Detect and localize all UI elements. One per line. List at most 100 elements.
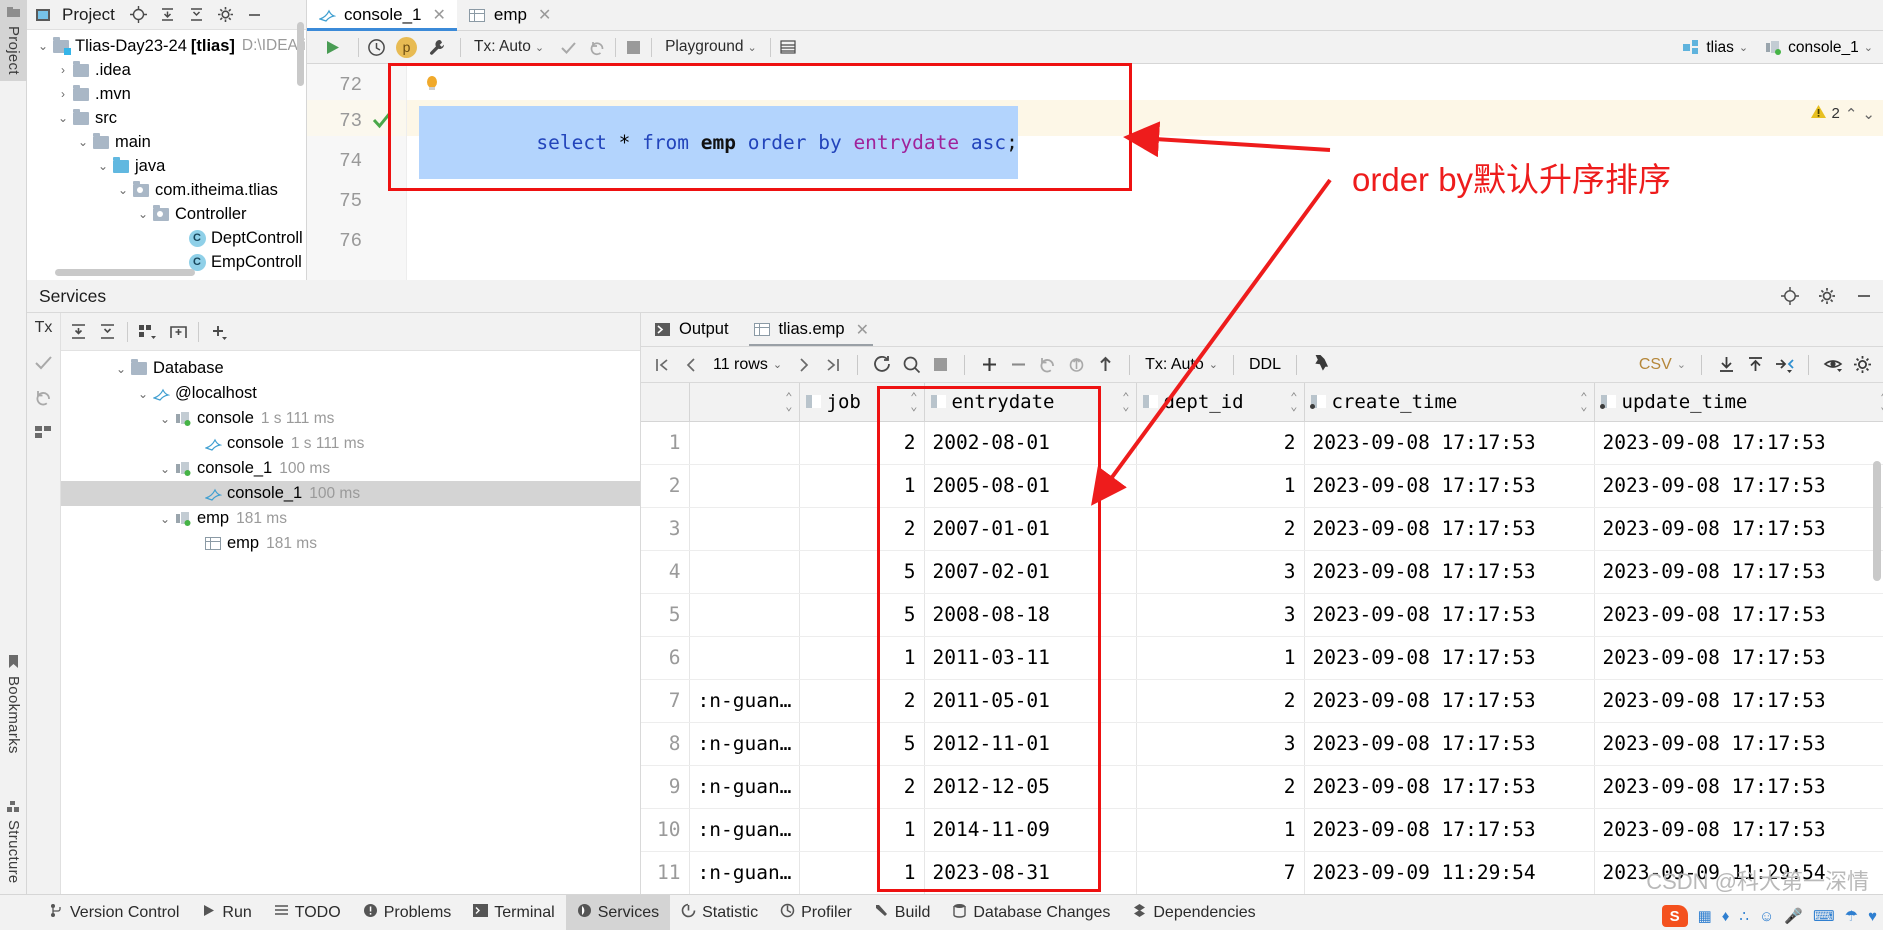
close-icon[interactable]: ✕ [433,5,446,25]
column-header-dept_id[interactable]: dept_id ⌃ ⌄ [1136,383,1305,422]
table-row[interactable]: 3 2 2007-01-01 2 2023-09-08 17:17:53 202… [641,507,1883,551]
services-tree-item-database[interactable]: ⌄ Database [61,356,640,381]
target-icon[interactable] [1780,287,1799,306]
services-tree-item-console[interactable]: ⌄ console 1 s 111 ms [61,406,640,431]
chevron-down-icon[interactable]: ⌄ [1862,105,1875,123]
cell-update_time[interactable]: 2023-09-08 17:17:53 [1594,593,1883,637]
results-tab-tlias-emp[interactable]: tlias.emp ✕ [741,313,881,346]
layout-icon[interactable] [34,423,53,442]
column-header-create_time[interactable]: create_time ⌃ ⌄ [1304,383,1595,422]
cell-update_time[interactable]: 2023-09-08 17:17:53 [1594,421,1883,465]
cell-dept_id[interactable]: 3 [1136,722,1305,766]
cell-entrydate[interactable]: 2014-11-09 [924,808,1137,852]
table-row[interactable]: 9 :n-guan… 2 2012-12-05 2 2023-09-08 17:… [641,765,1883,809]
cell-blank[interactable] [689,464,800,508]
chevron-down-icon[interactable]: ⌄ [75,130,91,154]
add-frame-icon[interactable] [169,322,188,341]
cell-blank[interactable]: :n-guan… [689,679,800,723]
status-bar-item-database-changes[interactable]: Database Changes [941,895,1121,930]
status-bar-item-services[interactable]: Services [565,894,671,930]
run-icon[interactable] [323,38,342,57]
table-row[interactable]: 2 1 2005-08-01 1 2023-09-08 17:17:53 202… [641,464,1883,508]
expand-all-icon[interactable] [158,5,177,24]
cell-entrydate[interactable]: 2007-01-01 [924,507,1137,551]
chevron-down-icon[interactable]: ⌄ [95,154,111,178]
vertical-tab-structure[interactable]: Structure [0,794,27,890]
project-horizontal-scrollbar[interactable] [55,269,195,276]
gear-icon[interactable] [216,5,235,24]
eye-icon[interactable] [1820,353,1846,377]
cell-dept_id[interactable]: 3 [1136,593,1305,637]
results-tab-output[interactable]: Output [641,313,741,346]
cell-update_time[interactable]: 2023-09-08 17:17:53 [1594,636,1883,680]
cell-dept_id[interactable]: 2 [1136,507,1305,551]
cell-job[interactable]: 2 [799,765,925,809]
tx-icon[interactable]: Tx [35,319,53,337]
commit-icon[interactable] [34,353,53,372]
import-icon[interactable] [1742,353,1768,377]
inspection-status[interactable]: 2 ⌃ ⌄ [1810,104,1875,123]
stop-icon[interactable] [927,353,953,377]
cell-entrydate[interactable]: 2002-08-01 [924,421,1137,465]
tree-item[interactable]: › .idea [27,58,306,82]
cell-update_time[interactable]: 2023-09-08 17:17:53 [1594,464,1883,508]
download-icon[interactable] [1713,353,1739,377]
cell-update_time[interactable]: 2023-09-08 17:17:53 [1594,550,1883,594]
search-filter-icon[interactable] [898,353,924,377]
chevron-down-icon[interactable]: ⌄ [113,362,129,376]
sort-indicator-icon[interactable]: ⌃⌄ [1122,391,1129,412]
rollback-icon[interactable] [588,38,607,57]
cell-blank[interactable]: :n-guan… [689,765,800,809]
collapse-all-icon[interactable] [98,322,117,341]
cell-job[interactable]: 1 [799,464,925,508]
chevron-down-icon[interactable]: ⌄ [35,34,51,58]
cell-update_time[interactable]: 2023-09-08 17:17:53 [1594,808,1883,852]
cell-blank[interactable]: :n-guan… [689,808,800,852]
commit-check-icon[interactable] [559,38,578,57]
next-page-icon[interactable] [791,353,817,377]
export-format-selector[interactable]: CSV ⌄ [1635,356,1690,374]
cell-dept_id[interactable]: 1 [1136,808,1305,852]
cell-job[interactable]: 5 [799,550,925,594]
status-bar-item-profiler[interactable]: Profiler [769,895,863,930]
cell-dept_id[interactable]: 2 [1136,421,1305,465]
upload-icon[interactable] [1092,353,1118,377]
cell-job[interactable]: 1 [799,636,925,680]
cell-update_time[interactable]: 2023-09-08 17:17:53 [1594,679,1883,723]
cell-entrydate[interactable]: 2012-11-01 [924,722,1137,766]
services-tree-item-emp-table[interactable]: emp 181 ms [61,531,640,556]
tray-icon-3[interactable]: ∴ [1739,907,1749,925]
sort-indicator-icon[interactable]: ⌃⌄ [910,391,917,412]
table-row[interactable]: 4 5 2007-02-01 3 2023-09-08 17:17:53 202… [641,550,1883,594]
delete-row-icon[interactable] [1005,353,1031,377]
table-row[interactable]: 1 2 2002-08-01 2 2023-09-08 17:17:53 202… [641,421,1883,465]
cell-entrydate[interactable]: 2005-08-01 [924,464,1137,508]
services-tree-item-console_1[interactable]: ⌄ console_1 100 ms [61,456,640,481]
cell-dept_id[interactable]: 3 [1136,550,1305,594]
tray-icon-1[interactable]: ▦ [1698,907,1712,925]
gear-icon[interactable] [1817,287,1836,306]
cell-job[interactable]: 1 [799,808,925,852]
services-tree-item-console-child[interactable]: console 1 s 111 ms [61,431,640,456]
cell-create_time[interactable]: 2023-09-08 17:17:53 [1304,593,1595,637]
status-bar-item-build[interactable]: Build [863,895,942,930]
last-page-icon[interactable] [820,353,846,377]
status-bar-item-run[interactable]: Run [190,895,262,930]
wrench-icon[interactable] [427,38,446,57]
pin-icon[interactable] [1308,353,1334,377]
compare-icon[interactable] [1771,353,1797,377]
chevron-down-icon[interactable]: ⌄ [55,106,71,130]
tree-item[interactable]: ⌄ Tlias-Day23-24 [tlias] D:\IDEA\i [27,34,306,58]
session-selector[interactable]: console_1 ⌄ [1764,38,1873,57]
schema-selector[interactable]: Playground ⌄ [660,38,762,56]
cell-create_time[interactable]: 2023-09-08 17:17:53 [1304,464,1595,508]
services-tree-item-console_1-child[interactable]: console_1 100 ms [61,481,640,506]
cell-create_time[interactable]: 2023-09-08 17:17:53 [1304,550,1595,594]
tray-icon-8[interactable]: ♥ [1868,908,1877,925]
cell-blank[interactable] [689,550,800,594]
cell-job[interactable]: 1 [799,851,925,894]
tray-icon-6[interactable]: ⌨ [1813,907,1835,925]
add-icon[interactable] [209,322,228,341]
cell-entrydate[interactable]: 2011-03-11 [924,636,1137,680]
chevron-down-icon[interactable]: ⌄ [157,512,173,526]
